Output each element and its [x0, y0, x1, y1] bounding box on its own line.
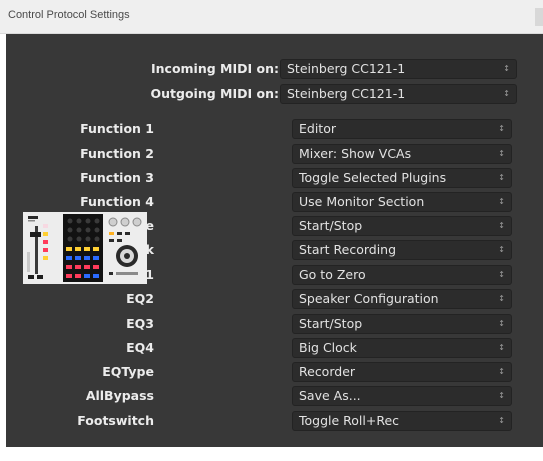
updown-chevron-icon: ↕ [498, 367, 505, 376]
function-4-select[interactable]: Use Monitor Section ↕ [292, 192, 512, 212]
updown-chevron-icon: ↕ [498, 270, 505, 279]
cc121-device-image [23, 212, 147, 284]
window-bottom-edge [0, 447, 543, 461]
updown-chevron-icon: ↕ [498, 221, 505, 230]
function-2-label: Function 2 [80, 146, 154, 161]
eq2-value: Speaker Configuration [299, 291, 439, 306]
eq3-select[interactable]: Start/Stop ↕ [292, 314, 512, 334]
eq4-select[interactable]: Big Clock ↕ [292, 338, 512, 358]
eq2-select[interactable]: Speaker Configuration ↕ [292, 289, 512, 309]
footswitch-label: Footswitch [77, 413, 154, 428]
updown-chevron-icon: ↕ [498, 416, 505, 425]
function-2-value: Mixer: Show VCAs [299, 146, 412, 161]
incoming-midi-value: Steinberg CC121-1 [287, 61, 406, 76]
updown-chevron-icon: ↕ [498, 319, 505, 328]
incoming-midi-label: Incoming MIDI on: [150, 61, 279, 76]
eq4-label: EQ4 [126, 340, 154, 355]
lock-select[interactable]: Start Recording ↕ [292, 240, 512, 260]
updown-chevron-icon: ↕ [503, 89, 510, 98]
function-1-label: Function 1 [80, 121, 154, 136]
function-3-value: Toggle Selected Plugins [299, 170, 447, 185]
function-3-select[interactable]: Toggle Selected Plugins ↕ [292, 168, 512, 188]
updown-chevron-icon: ↕ [498, 197, 505, 206]
function-1-value: Editor [299, 121, 336, 136]
updown-chevron-icon: ↕ [498, 124, 505, 133]
eq1-select[interactable]: Go to Zero ↕ [292, 265, 512, 285]
updown-chevron-icon: ↕ [498, 245, 505, 254]
function-4-label: Function 4 [80, 194, 154, 209]
outgoing-midi-value: Steinberg CC121-1 [287, 86, 406, 101]
updown-chevron-icon: ↕ [498, 343, 505, 352]
eq3-label: EQ3 [126, 316, 154, 331]
footswitch-select[interactable]: Toggle Roll+Rec ↕ [292, 411, 512, 431]
allbypass-value: Save As... [299, 388, 361, 403]
eq4-value: Big Clock [299, 340, 357, 355]
value-value: Start/Stop [299, 218, 363, 233]
eq1-value: Go to Zero [299, 267, 366, 282]
footswitch-value: Toggle Roll+Rec [299, 413, 400, 428]
value-select[interactable]: Start/Stop ↕ [292, 216, 512, 236]
window-titlebar: Control Protocol Settings [0, 0, 543, 34]
function-1-select[interactable]: Editor ↕ [292, 119, 512, 139]
updown-chevron-icon: ↕ [498, 294, 505, 303]
updown-chevron-icon: ↕ [503, 64, 510, 73]
window-title: Control Protocol Settings [8, 9, 130, 21]
updown-chevron-icon: ↕ [498, 149, 505, 158]
function-2-select[interactable]: Mixer: Show VCAs ↕ [292, 144, 512, 164]
function-4-value: Use Monitor Section [299, 194, 425, 209]
updown-chevron-icon: ↕ [498, 391, 505, 400]
function-3-label: Function 3 [80, 170, 154, 185]
eqtype-select[interactable]: Recorder ↕ [292, 362, 512, 382]
controller-illustration [23, 212, 147, 284]
window-control[interactable] [535, 8, 543, 26]
lock-value: Start Recording [299, 242, 397, 257]
outgoing-midi-label: Outgoing MIDI on: [150, 86, 279, 101]
updown-chevron-icon: ↕ [498, 173, 505, 182]
incoming-midi-select[interactable]: Steinberg CC121-1 ↕ [280, 59, 517, 79]
eqtype-label: EQType [102, 364, 154, 379]
outgoing-midi-select[interactable]: Steinberg CC121-1 ↕ [280, 84, 517, 104]
eq2-label: EQ2 [126, 291, 154, 306]
eq3-value: Start/Stop [299, 316, 363, 331]
allbypass-select[interactable]: Save As... ↕ [292, 386, 512, 406]
allbypass-label: AllBypass [85, 388, 154, 403]
eqtype-value: Recorder [299, 364, 356, 379]
